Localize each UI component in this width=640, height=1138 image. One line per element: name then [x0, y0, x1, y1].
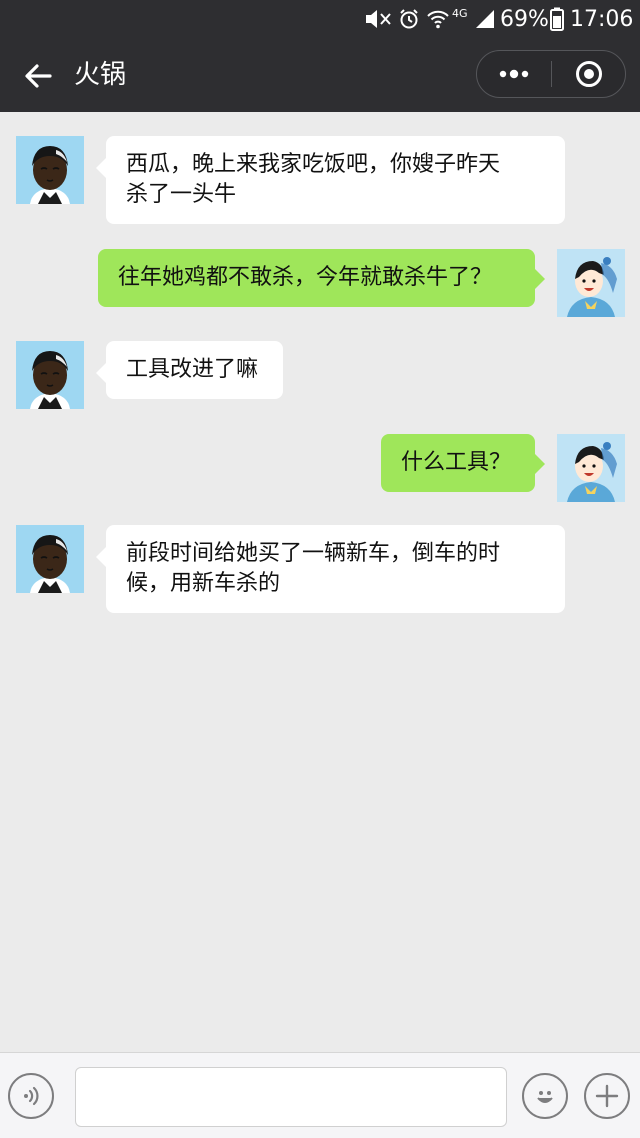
friend-avatar[interactable]: [16, 341, 84, 409]
clock: 17:06: [570, 6, 634, 32]
voice-button[interactable]: [8, 1073, 54, 1119]
signal-icon: [474, 0, 496, 38]
battery-percent: 69%: [500, 6, 549, 32]
message-bubble-incoming[interactable]: 工具改进了嘛: [96, 341, 283, 399]
status-bar: 4G 69% 17:06: [0, 0, 640, 38]
title-bar: 火锅: [0, 38, 640, 112]
input-bar: [0, 1052, 640, 1138]
friend-avatar[interactable]: [16, 136, 84, 204]
emoji-icon: [537, 1091, 553, 1103]
target-circle-icon: [576, 61, 602, 87]
arrow-left-icon: [25, 64, 52, 88]
close-mini-program-button[interactable]: [552, 51, 626, 97]
message-text-line: 往年她鸡都不敢杀，今年就敢杀牛了？: [118, 265, 493, 290]
wifi-icon: [426, 0, 450, 38]
friend-avatar[interactable]: [16, 525, 84, 593]
message-text-line: 工具改进了嘛: [126, 357, 259, 382]
my-avatar[interactable]: [557, 434, 625, 502]
mute-vibrate-icon: [364, 0, 394, 38]
message-text-line: 前段时间给她买了一辆新车，倒车的时: [126, 541, 501, 566]
message-bubble-outgoing[interactable]: 往年她鸡都不敢杀，今年就敢杀牛了？: [98, 249, 545, 307]
my-avatar[interactable]: [557, 249, 625, 317]
chat-title: 火锅: [74, 60, 127, 90]
plus-icon: [595, 1084, 619, 1108]
more-dots-icon: [499, 69, 529, 79]
mini-program-capsule: [476, 50, 626, 98]
message-text-line: 西瓜，晚上来我家吃饭吧，你嫂子昨天: [126, 152, 501, 177]
battery-icon: [550, 0, 564, 38]
plus-button[interactable]: [584, 1073, 630, 1119]
message-bubble-incoming[interactable]: 西瓜，晚上来我家吃饭吧，你嫂子昨天 杀了一头牛: [96, 136, 565, 224]
voice-icon: [24, 1086, 39, 1106]
message-text-line: 什么工具？: [401, 450, 512, 475]
message-bubble-outgoing[interactable]: 什么工具？: [381, 434, 545, 492]
more-button[interactable]: [477, 51, 551, 97]
message-text-line: 杀了一头牛: [126, 182, 237, 207]
back-button[interactable]: [18, 56, 58, 96]
message-bubble-incoming[interactable]: 前段时间给她买了一辆新车，倒车的时 候，用新车杀的: [96, 525, 565, 613]
alarm-icon: [398, 0, 420, 38]
message-input[interactable]: [75, 1067, 507, 1127]
message-text-line: 候，用新车杀的: [126, 571, 281, 596]
emoji-button[interactable]: [522, 1073, 568, 1119]
